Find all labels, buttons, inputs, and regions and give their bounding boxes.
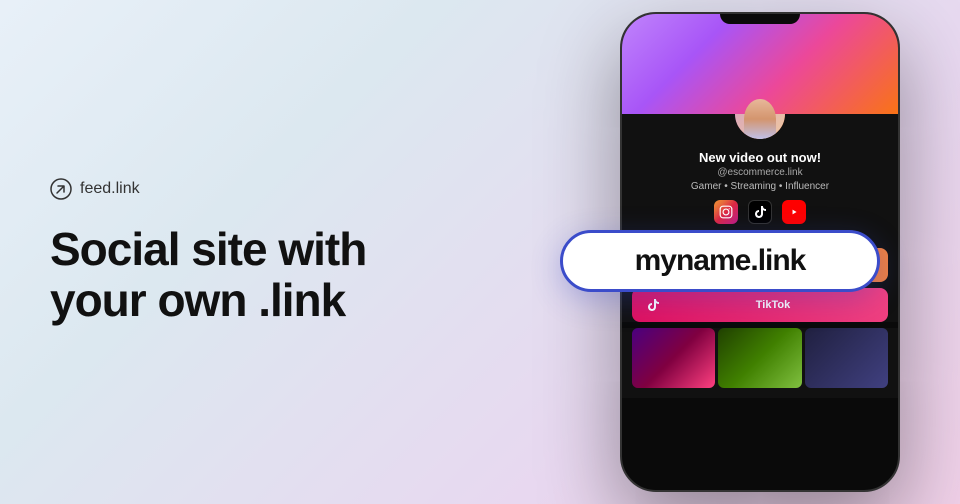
thumb-1-content	[632, 328, 715, 388]
tiktok-link-icon	[644, 296, 662, 314]
phone-notch	[720, 14, 800, 24]
left-content: feed.link Social site with your own .lin…	[0, 118, 480, 385]
youtube-icon[interactable]	[782, 200, 806, 224]
url-text: myname.link	[635, 244, 806, 278]
tiktok-icon[interactable]	[748, 200, 772, 224]
headline-line2: your own .link	[50, 274, 345, 326]
thumb-2-content	[718, 328, 801, 388]
tiktok-link-label: TikTok	[670, 299, 876, 311]
profile-bio: Gamer • Streaming • Influencer	[638, 181, 882, 192]
thumbnail-3	[805, 328, 888, 388]
social-icons-row	[638, 200, 882, 224]
brand-logo: feed.link	[50, 178, 430, 200]
thumbnail-1	[632, 328, 715, 388]
tiktok-link-btn[interactable]: TikTok	[632, 288, 888, 322]
headline: Social site with your own .link	[50, 224, 430, 325]
profile-handle: @escommerce.link	[638, 167, 882, 178]
url-pill[interactable]: myname.link	[560, 230, 880, 292]
profile-name: New video out now!	[638, 150, 882, 165]
headline-line1: Social site with	[50, 223, 366, 275]
thumbnails-row	[622, 328, 898, 398]
brand-name: feed.link	[80, 180, 140, 198]
phone-area: myname.link New video out now! @escommer…	[480, 0, 960, 504]
thumb-3-content	[805, 328, 888, 388]
avatar-person-silhouette	[744, 99, 776, 139]
page-container: feed.link Social site with your own .lin…	[0, 0, 960, 504]
brand-icon	[50, 178, 72, 200]
thumbnail-2	[718, 328, 801, 388]
instagram-icon[interactable]	[714, 200, 738, 224]
